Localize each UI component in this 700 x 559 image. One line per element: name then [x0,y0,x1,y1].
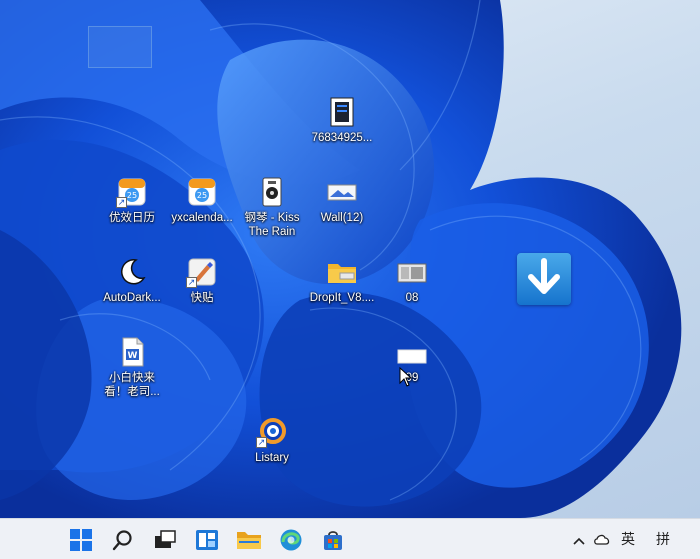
widgets-button[interactable] [192,525,222,555]
shortcut-arrow-icon: ↗ [186,277,197,288]
desktop-icon-08[interactable]: 08 [372,256,452,305]
calendar-app-icon: 25 ↗ [116,176,148,208]
desktop-icon-youxiao-calendar[interactable]: 25 ↗ 优效日历 [92,176,172,225]
folder-icon [326,256,358,288]
start-button[interactable] [66,525,96,555]
desktop-icon-dropit[interactable]: DropIt_V8.... [302,256,382,305]
paste-tool-icon: ↗ [186,256,218,288]
windows-logo-icon [70,529,92,551]
icon-label: AutoDark... [103,292,161,304]
moon-icon [116,256,148,288]
svg-text:25: 25 [127,191,137,200]
selection-rectangle [88,26,152,68]
taskbar: 英 拼 [0,518,700,559]
image-file-icon [396,256,428,288]
edge-browser-button[interactable] [276,525,306,555]
file-explorer-button[interactable] [234,525,264,555]
shortcut-arrow-icon: ↗ [116,197,127,208]
icon-label: Listary [255,452,289,464]
icon-label: 钢琴 - Kiss The Rain [244,212,300,238]
shortcut-arrow-icon: ↗ [256,437,267,448]
icon-label: 小白快来 看！老司... [104,372,160,398]
word-document-icon: W [116,336,148,368]
icon-label: 优效日历 [109,212,155,224]
icon-label: DropIt_V8.... [309,292,375,304]
desktop-icon-piano-kiss-the-rain[interactable]: 钢琴 - Kiss The Rain [232,176,312,239]
image-file-icon [396,336,428,368]
mouse-cursor-icon [399,367,413,387]
icon-label: Wall(12) [320,212,364,224]
task-view-button[interactable] [150,525,180,555]
store-bag-icon [324,531,342,550]
task-view-icon [155,530,176,548]
widgets-icon [196,530,218,550]
svg-text:W: W [128,351,138,361]
listary-app-icon: ↗ [256,416,288,448]
microsoft-store-button[interactable] [318,525,348,555]
desktop-icon-yxcalendar[interactable]: 25 yxcalenda... [162,176,242,225]
svg-text:25: 25 [197,191,207,200]
desktop-icon-wall12[interactable]: Wall(12) [302,176,382,225]
search-icon [112,530,132,551]
show-hidden-icons-chevron-up-icon[interactable] [572,533,586,549]
image-file-icon [326,176,358,208]
calendar-app-icon: 25 [186,176,218,208]
icon-label: 快贴 [190,292,214,304]
download-arrow-icon [517,253,571,305]
search-button[interactable] [108,525,138,555]
onedrive-cloud-icon[interactable] [593,532,611,548]
icon-label: yxcalenda... [171,212,233,224]
desktop-icon-xiaobai-doc[interactable]: W 小白快来 看！老司... [92,336,172,399]
desktop[interactable]: 76834925... 25 ↗ 优效日历 25 yxcalenda... 钢琴… [0,0,700,518]
icon-label: 08 [405,292,419,304]
ime-language-indicator[interactable]: 英 [621,529,635,549]
document-file-icon [326,96,358,128]
audio-file-icon [256,176,288,208]
folder-icon [237,532,261,549]
desktop-icon-autodarkmode[interactable]: AutoDark... [92,256,172,305]
desktop-icon-listary[interactable]: ↗ Listary [232,416,312,465]
desktop-icon-76834925[interactable]: 76834925... [302,96,382,145]
ime-mode-indicator[interactable]: 拼 [656,529,670,549]
icon-label: 76834925... [311,132,373,144]
desktop-icon-kuaitie[interactable]: ↗ 快贴 [162,256,242,305]
edge-browser-icon [280,529,302,551]
